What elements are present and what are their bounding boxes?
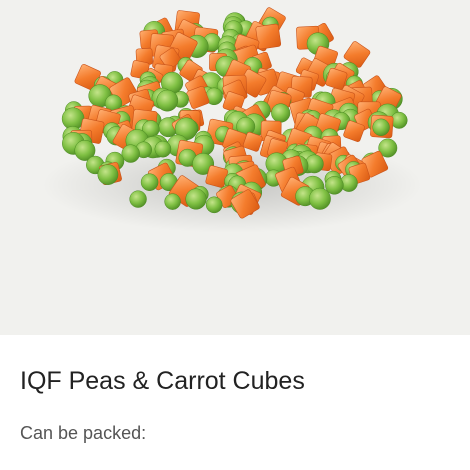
product-title: IQF Peas & Carrot Cubes [20,367,305,395]
pea [156,89,179,112]
pea [121,144,140,163]
pea [372,118,390,136]
product-image [0,0,470,335]
pea [205,196,223,214]
pea [185,188,207,210]
packing-label: Can be packed: [20,423,147,443]
pea [129,190,147,208]
pea [164,193,181,210]
pea [97,164,119,185]
product-card[interactable]: IQF Peas & Carrot Cubes Can be packed: [0,0,470,470]
pea [154,140,172,158]
pea [308,187,331,210]
pea [140,173,159,191]
carrot-cube [255,23,282,50]
pea [271,103,291,123]
peas-carrots-illustration [42,7,422,233]
